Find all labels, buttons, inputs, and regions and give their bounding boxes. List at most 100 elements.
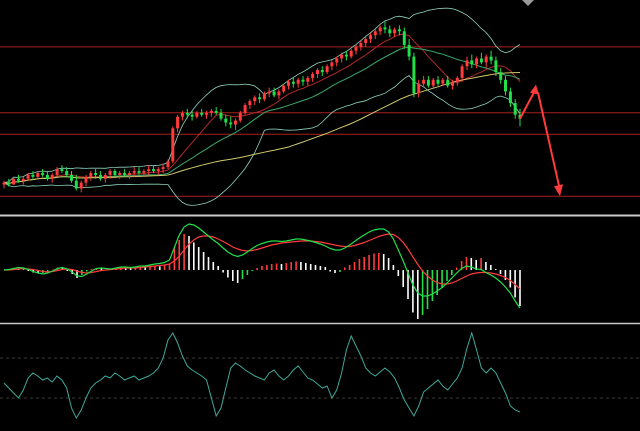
candle-body-99 (479, 58, 483, 63)
candle-body-44 (214, 110, 218, 113)
candle-body-94 (455, 77, 459, 82)
candle-body-56 (272, 91, 276, 96)
candle-body-29 (142, 171, 146, 173)
candle-body-60 (291, 81, 295, 84)
candle-body-55 (267, 91, 271, 94)
candle-body-15 (74, 180, 78, 189)
candle-body-72 (349, 50, 353, 57)
candle-body-35 (171, 128, 175, 162)
candle-body-16 (79, 182, 83, 189)
candle-body-59 (287, 81, 290, 86)
candle-body-53 (258, 97, 262, 100)
candle-body-34 (166, 161, 170, 168)
candle-body-79 (383, 27, 387, 30)
candle-body-69 (335, 58, 339, 63)
candle-body-73 (354, 46, 358, 51)
candle-body-63 (306, 77, 310, 82)
candle-body-23 (113, 171, 117, 175)
candle-body-24 (118, 173, 122, 175)
candle-body-9 (45, 174, 49, 179)
candle-body-45 (219, 112, 223, 119)
candle-body-7 (36, 173, 40, 177)
candle-body-86 (417, 83, 421, 94)
candle-body-38 (185, 112, 189, 115)
candle-body-104 (504, 79, 507, 92)
stock-chart (0, 0, 640, 431)
candle-body-66 (320, 70, 324, 72)
candle-body-20 (99, 174, 102, 179)
candle-body-32 (156, 169, 160, 171)
candle-body-88 (426, 79, 430, 86)
candle-body-12 (60, 169, 64, 171)
candle-body-61 (296, 79, 300, 84)
candle-body-39 (190, 114, 194, 117)
candle-body-65 (316, 70, 319, 74)
candle-body-54 (262, 93, 266, 100)
candle-body-64 (311, 74, 315, 78)
candle-body-76 (369, 35, 372, 40)
candle-body-6 (31, 174, 35, 177)
candle-body-102 (494, 60, 498, 72)
candle-body-70 (340, 54, 344, 59)
candle-body-27 (132, 171, 136, 173)
candle-body-10 (50, 174, 54, 179)
candle-body-105 (508, 91, 512, 104)
candle-body-48 (234, 120, 237, 125)
candle-body-90 (436, 79, 440, 84)
candle-body-1 (7, 182, 11, 185)
candle-body-37 (180, 112, 184, 117)
candle-body-3 (17, 178, 20, 181)
candle-body-13 (65, 171, 69, 175)
candle-body-17 (84, 176, 88, 183)
candle-body-43 (209, 110, 213, 113)
candle-body-31 (152, 169, 155, 171)
candle-body-47 (229, 122, 233, 125)
candle-body-98 (475, 58, 479, 65)
candle-body-22 (108, 171, 112, 175)
candle-body-42 (205, 112, 208, 115)
candle-body-0 (2, 182, 6, 185)
candle-body-71 (344, 54, 348, 57)
candle-body-49 (238, 112, 242, 121)
candle-body-28 (137, 171, 141, 173)
candle-body-11 (55, 169, 59, 175)
candle-body-33 (161, 167, 165, 169)
candle-body-4 (21, 178, 25, 181)
candle-body-106 (513, 103, 517, 115)
candle-body-75 (364, 39, 368, 43)
candle-body-21 (103, 174, 107, 179)
candle-body-84 (407, 44, 411, 57)
candle-body-74 (359, 43, 363, 47)
candle-body-103 (499, 72, 503, 80)
candle-body-80 (388, 29, 392, 34)
candle-body-83 (402, 31, 406, 45)
candle-body-18 (89, 173, 93, 177)
candle-body-93 (451, 81, 454, 86)
candle-body-96 (465, 60, 469, 67)
candle-body-81 (393, 29, 397, 34)
candle-body-101 (489, 56, 493, 61)
candle-body-100 (484, 56, 488, 63)
candle-body-40 (195, 112, 199, 117)
candle-body-46 (224, 118, 228, 123)
candle-body-97 (470, 60, 474, 65)
candle-body-62 (301, 79, 305, 82)
chart-root (0, 0, 640, 431)
candle-body-95 (460, 66, 464, 78)
candle-body-85 (412, 56, 416, 94)
candle-body-78 (378, 27, 382, 32)
candle-body-2 (12, 178, 16, 185)
candle-body-36 (176, 116, 180, 129)
candle-body-68 (330, 62, 334, 67)
candle-body-51 (248, 101, 252, 106)
candle-body-92 (446, 79, 450, 86)
candle-body-91 (441, 79, 445, 84)
candle-body-25 (123, 173, 127, 175)
candle-body-89 (431, 79, 435, 86)
candle-body-58 (282, 85, 286, 92)
candle-body-5 (26, 174, 30, 179)
candle-body-8 (41, 173, 45, 175)
candle-body-52 (253, 97, 257, 102)
candle-body-87 (422, 79, 426, 84)
candle-body-82 (397, 29, 401, 32)
